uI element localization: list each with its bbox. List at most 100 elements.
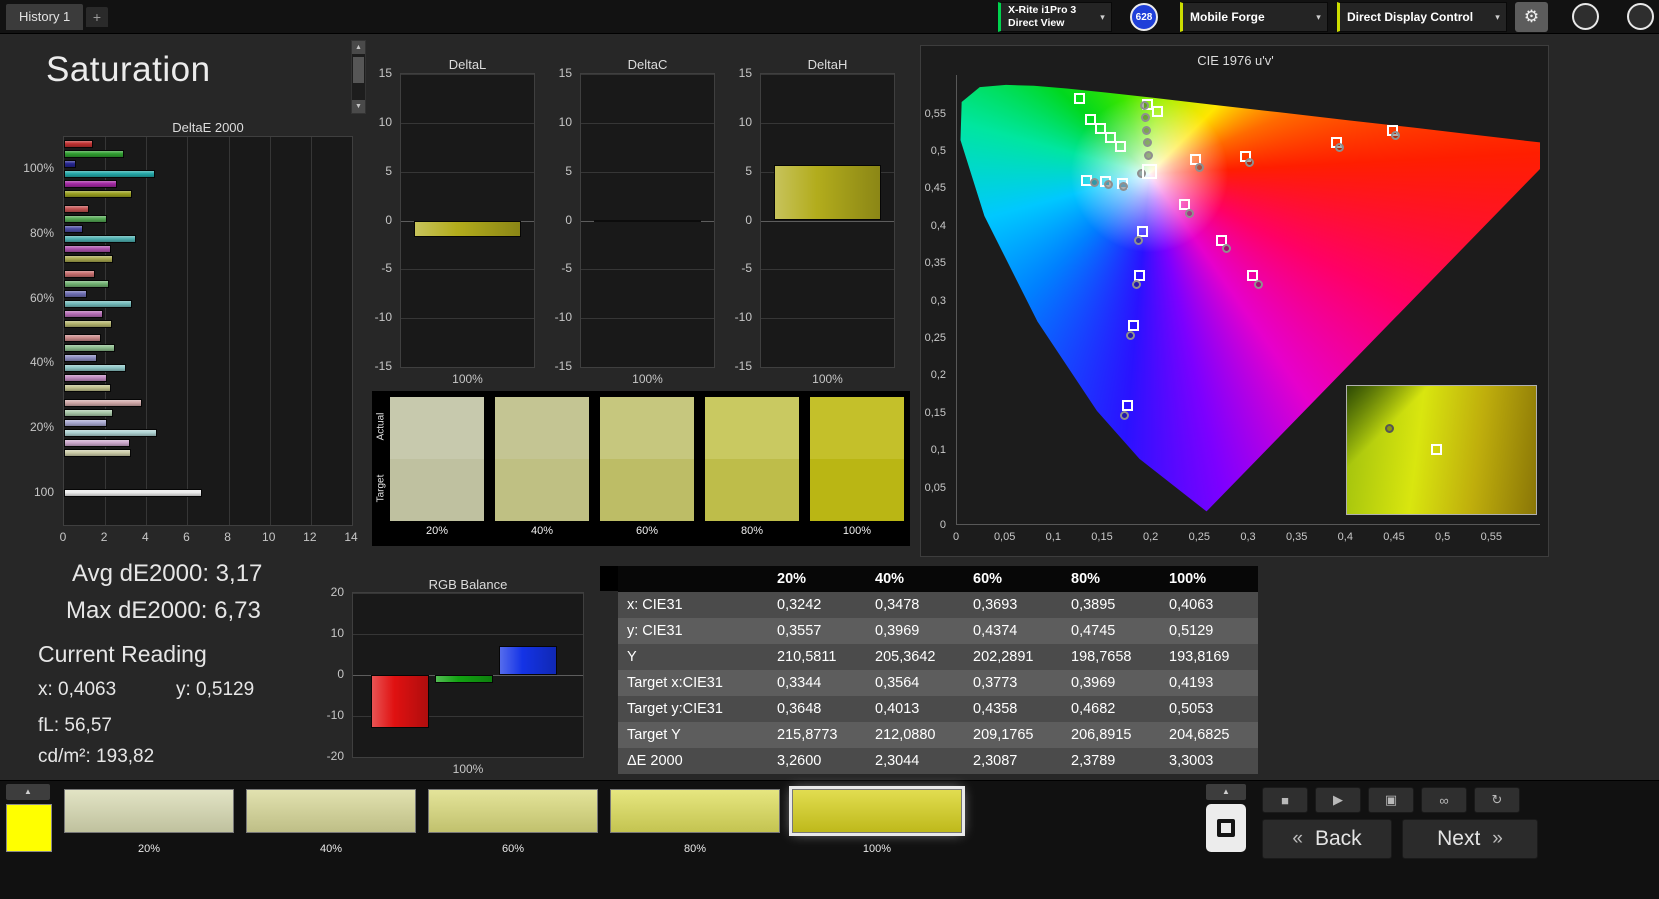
axis-tick-label: -5 — [381, 261, 392, 276]
collapse-right-button[interactable]: ▲ — [1206, 784, 1246, 800]
axis-tick-label: 8 — [224, 530, 231, 544]
swatch-color — [610, 789, 780, 833]
deltae-y-axis: 100% 80% 60% 40% 20% 100 — [0, 136, 58, 528]
source-dropdown[interactable]: Mobile Forge ▾ — [1180, 2, 1328, 32]
target-swatch — [390, 459, 484, 521]
row-label: y: CIE31 — [627, 623, 683, 639]
axis-tick-label: -5 — [561, 261, 572, 276]
table-cell: 0,3693 — [973, 597, 1018, 613]
up-arrow-icon: ▲ — [24, 787, 32, 796]
green-bar — [435, 675, 493, 684]
stop-button[interactable]: ■ — [1262, 787, 1308, 813]
de-bar — [64, 205, 89, 213]
de-bar — [64, 299, 132, 308]
table-cell: 0,4193 — [1169, 675, 1214, 691]
display-control-dropdown[interactable]: Direct Display Control ▾ — [1337, 2, 1507, 32]
swatch-label: 20% — [137, 843, 161, 855]
gridline — [401, 171, 534, 173]
table-row: Target x:CIE31 0,3344 0,3564 0,3773 0,3969 0,… — [618, 670, 1258, 696]
gridline — [401, 318, 534, 320]
settings-button[interactable]: ⚙ — [1515, 2, 1548, 32]
round-button-1[interactable] — [1572, 3, 1599, 30]
meter-dropdown[interactable]: X-Rite i1Pro 3 Direct View ▾ — [998, 2, 1112, 32]
source-label: Mobile Forge — [1190, 10, 1265, 24]
continuous-read-button[interactable]: ∞ — [1421, 787, 1467, 813]
de-bar — [64, 190, 132, 199]
axis-tick-label: 0,05 — [924, 481, 946, 494]
zero-value-bar — [594, 219, 701, 222]
measurement-point — [1133, 236, 1143, 246]
scroll-up-button[interactable]: ▲ — [352, 41, 365, 54]
pattern-swatch[interactable]: 20% — [64, 787, 234, 859]
axis-tick-label: 0,25 — [1188, 531, 1211, 543]
measurement-point — [1185, 208, 1195, 218]
de-bar — [64, 170, 155, 179]
axis-tick-label: 5 — [565, 163, 572, 178]
gridline — [401, 74, 534, 75]
axis-tick-label: 0,3 — [930, 294, 946, 307]
axis-tick-label: -15 — [374, 359, 392, 373]
axis-tick-label: 14 — [344, 530, 358, 544]
pattern-swatch[interactable]: 80% — [610, 787, 780, 859]
add-tab-button[interactable]: + — [86, 7, 108, 27]
meter-count-badge[interactable]: 628 — [1130, 3, 1158, 31]
pattern-swatch[interactable]: 60% — [428, 787, 598, 859]
next-button[interactable]: Next » — [1402, 819, 1538, 859]
de-bar — [64, 384, 112, 393]
actual-swatch — [390, 397, 484, 459]
axis-tick-label: 10 — [378, 114, 392, 129]
stop-icon: ■ — [1281, 792, 1289, 808]
axis-tick-label: 0 — [745, 212, 752, 227]
swatch-color — [428, 789, 598, 833]
axis-tick-label: 5 — [745, 163, 752, 178]
row-label: Target y:CIE31 — [627, 701, 723, 717]
pattern-size-button[interactable]: ▣ — [1368, 787, 1414, 813]
table-row: Target y:CIE31 0,3648 0,4013 0,4358 0,4682 0,… — [618, 696, 1258, 722]
pattern-swatch[interactable]: 100% — [789, 786, 965, 859]
collapse-left-button[interactable]: ▲ — [6, 784, 50, 800]
page-title: Saturation — [46, 50, 211, 89]
de-bar — [64, 344, 116, 353]
current-y-value: y: 0,5129 — [176, 679, 255, 700]
inset-target-point — [1431, 444, 1443, 456]
back-button[interactable]: « Back — [1262, 819, 1392, 859]
measurement-point — [1335, 142, 1345, 152]
table-row: Target Y 215,8773 212,0880 209,1765 206,8915… — [618, 722, 1258, 748]
axis-tick-label: 2 — [100, 530, 108, 544]
gridline — [353, 757, 583, 758]
target-point — [1127, 319, 1139, 331]
rgb-balance-chart — [352, 592, 584, 758]
axis-tick-label: 0,5 — [1435, 531, 1451, 543]
deltae-x-axis: 0 2 4 6 8 10 12 14 — [60, 530, 358, 544]
history-tab[interactable]: History 1 — [6, 4, 84, 30]
axis-tick-label: 0 — [939, 519, 946, 531]
axis-tick-label: 0,5 — [930, 144, 946, 157]
gridline — [581, 171, 714, 173]
gear-icon: ⚙ — [1523, 7, 1540, 26]
table-cell: 2,3087 — [973, 753, 1018, 769]
swatch-column-label: 20% — [425, 525, 449, 537]
de-bar — [64, 309, 104, 318]
swatch-label: 40% — [319, 843, 343, 855]
infinity-icon: ∞ — [1439, 792, 1449, 808]
table-cell: 198,7658 — [1071, 649, 1132, 665]
deltaH-y-axis: 15 10 5 0 -5 -10 -15 — [722, 66, 756, 373]
target-swatch — [705, 459, 799, 521]
row-label: x: CIE31 — [627, 597, 683, 613]
de-bar — [64, 374, 108, 383]
table-cell: 0,3344 — [777, 675, 822, 691]
measurement-point — [1119, 410, 1129, 420]
cie-y-axis: 0 0,05 0,1 0,15 0,2 0,25 0,3 0,35 0,4 0,45 0,5 0,55 — [886, 75, 950, 537]
target-point — [1074, 93, 1086, 105]
refresh-button[interactable]: ↻ — [1474, 787, 1520, 813]
axis-tick-label: 0,05 — [993, 531, 1016, 543]
target-point — [1179, 198, 1191, 210]
axis-tick-label: 0,15 — [924, 406, 946, 419]
de-bar — [64, 429, 157, 437]
play-button[interactable]: ▶ — [1315, 787, 1361, 813]
round-button-2[interactable] — [1627, 3, 1654, 30]
table-cell: 0,4063 — [1169, 597, 1214, 613]
gridline — [401, 122, 534, 124]
pattern-swatch[interactable]: 40% — [246, 787, 416, 859]
pattern-window-button[interactable] — [1206, 804, 1246, 852]
